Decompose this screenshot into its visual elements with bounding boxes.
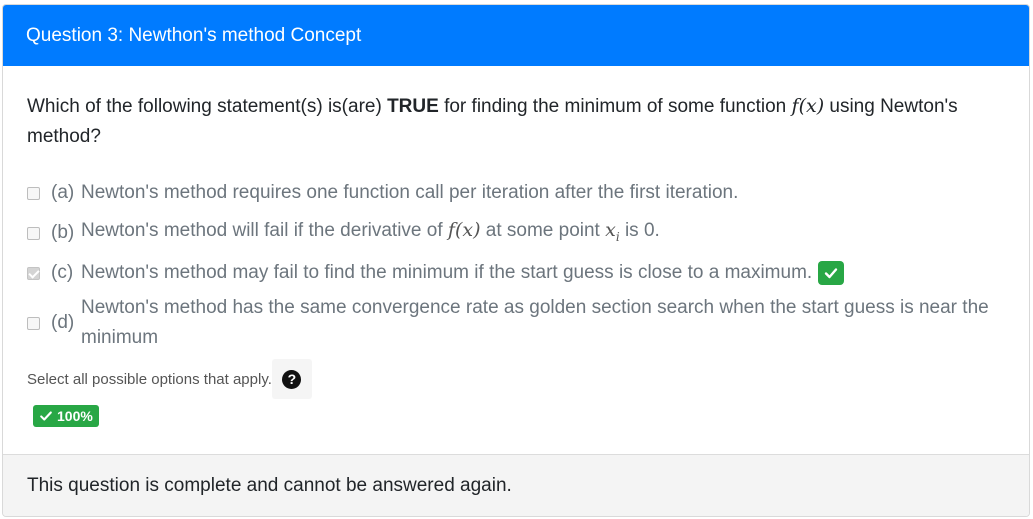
option-c[interactable]: (c) Newton's method may fail to find the…	[27, 253, 1005, 293]
option-math: f(x)	[447, 218, 481, 241]
option-d[interactable]: (d) Newton's method has the same converg…	[27, 293, 1005, 353]
option-math: xi	[605, 218, 620, 244]
question-prompt: Which of the following statement(s) is(a…	[27, 91, 1005, 152]
question-footer: This question is complete and cannot be …	[3, 454, 1029, 516]
option-text: Newton's method requires one function ca…	[81, 182, 739, 203]
prompt-text-1: Which of the following statement(s) is(a…	[27, 96, 388, 117]
option-b[interactable]: (b) Newton's method will fail if the der…	[27, 213, 1005, 253]
prompt-math: f(x)	[791, 95, 825, 117]
prompt-text-2: for finding the minimum of some function	[438, 96, 792, 117]
question-circle-icon: ?	[282, 369, 302, 389]
option-key: (b)	[51, 222, 75, 243]
option-a-checkbox[interactable]	[27, 186, 40, 200]
help-row: Select all possible options that apply. …	[27, 359, 1005, 399]
check-icon	[40, 411, 52, 421]
option-key: (d)	[51, 312, 75, 333]
score-label: 100%	[57, 408, 93, 424]
question-title: Question 3: Newthon's method Concept	[26, 24, 362, 46]
option-c-checkbox[interactable]	[27, 266, 40, 280]
help-text: Select all possible options that apply.	[27, 370, 272, 388]
option-text: Newton's method may fail to find the min…	[81, 258, 1005, 288]
option-text: Newton's method has the same convergence…	[81, 297, 989, 348]
prompt-bold: TRUE	[387, 96, 439, 117]
options-list: (a) Newton's method requires one functio…	[27, 173, 1005, 353]
option-b-checkbox[interactable]	[27, 226, 40, 240]
help-button[interactable]: ?	[271, 359, 312, 399]
option-key: (c)	[51, 262, 74, 283]
option-key: (a)	[51, 182, 75, 203]
option-math-var: x	[605, 218, 616, 241]
option-a[interactable]: (a) Newton's method requires one functio…	[27, 173, 1005, 213]
option-text: Newton's method will fail if the derivat…	[81, 215, 1005, 252]
question-body: Which of the following statement(s) is(a…	[3, 66, 1029, 456]
option-text-part: Newton's method will fail if the derivat…	[81, 219, 448, 241]
option-text-part: Newton's method may fail to find the min…	[81, 262, 813, 283]
option-d-checkbox[interactable]	[27, 316, 40, 330]
score-badge: 100%	[33, 405, 99, 427]
question-card: Question 3: Newthon's method Concept Whi…	[2, 4, 1030, 517]
question-header: Question 3: Newthon's method Concept	[3, 5, 1029, 66]
correct-check-icon	[818, 260, 845, 285]
option-text-part: is 0.	[619, 219, 660, 241]
option-text-part: at some point	[480, 219, 606, 241]
footer-text: This question is complete and cannot be …	[27, 474, 512, 496]
